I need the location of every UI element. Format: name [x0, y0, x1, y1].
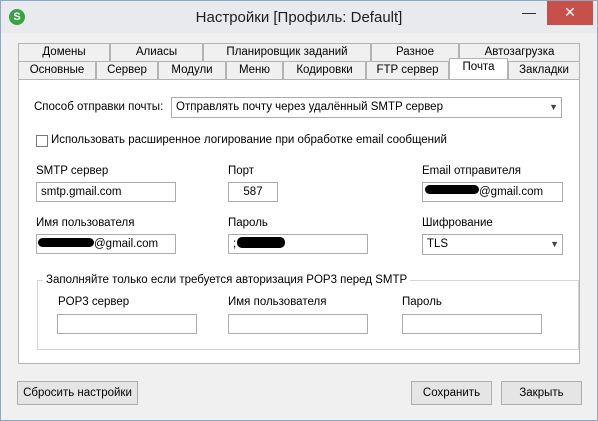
encryption-select[interactable]: TLS ▼: [422, 234, 563, 255]
pop3-username-label: Имя пользователя: [228, 296, 327, 308]
sender-email-label: Email отправителя: [422, 165, 522, 177]
title-bar: S Настройки [Профиль: Default] — ✕: [1, 1, 597, 33]
extended-logging-checkbox[interactable]: [36, 135, 48, 147]
tab-encodings[interactable]: Кодировки: [283, 61, 366, 79]
tab-menu[interactable]: Меню: [226, 61, 283, 79]
send-method-label: Способ отправки почты:: [34, 101, 164, 113]
tab-aliases[interactable]: Алиасы: [110, 43, 203, 61]
password-label: Пароль: [228, 217, 268, 229]
pop3-password-label: Пароль: [402, 296, 442, 308]
username-label: Имя пользователя: [36, 217, 135, 229]
tab-general[interactable]: Основные: [18, 61, 96, 79]
minimize-button[interactable]: —: [515, 1, 543, 25]
reset-settings-button[interactable]: Сбросить настройки: [17, 381, 138, 405]
port-input[interactable]: 587: [228, 182, 278, 202]
redaction-mark: [425, 185, 479, 194]
pop3-server-label: POP3 сервер: [58, 296, 130, 308]
window-title: Настройки [Профиль: Default]: [195, 9, 403, 26]
encryption-value: TLS: [427, 238, 449, 250]
chevron-down-icon: ▼: [550, 239, 559, 249]
tab-modules[interactable]: Модули: [158, 61, 226, 79]
save-button[interactable]: Сохранить: [411, 381, 492, 405]
tab-domains[interactable]: Домены: [18, 43, 110, 61]
extended-logging-label[interactable]: Использовать расширенное логирование при…: [51, 134, 447, 146]
redaction-mark: [237, 237, 285, 248]
pop3-group-legend: Заполняйте только если требуется авториз…: [43, 274, 411, 286]
send-method-value: Отправлять почту через удалённый SMTP се…: [176, 101, 443, 113]
pop3-username-input[interactable]: [228, 314, 368, 334]
redaction-mark: [38, 238, 94, 247]
chevron-down-icon: ▼: [549, 102, 558, 112]
tab-ftp-server[interactable]: FTP сервер: [366, 61, 449, 79]
tab-mail[interactable]: Почта: [449, 58, 508, 79]
smtp-server-label: SMTP сервер: [36, 165, 109, 177]
tab-server[interactable]: Сервер: [96, 61, 158, 79]
send-method-select[interactable]: Отправлять почту через удалённый SMTP се…: [171, 97, 562, 118]
pop3-server-input[interactable]: [57, 314, 197, 334]
smtp-server-input[interactable]: smtp.gmail.com: [36, 182, 176, 202]
pop3-password-input[interactable]: [402, 314, 542, 334]
encryption-label: Шифрование: [422, 217, 493, 229]
port-label: Порт: [228, 165, 255, 177]
tab-bookmarks[interactable]: Закладки: [508, 61, 580, 79]
settings-window: S Настройки [Профиль: Default] — ✕ Домен…: [0, 0, 598, 421]
close-window-button[interactable]: ✕: [547, 1, 593, 25]
tab-misc[interactable]: Разное: [371, 43, 459, 61]
close-button[interactable]: Закрыть: [501, 381, 582, 405]
tab-scheduler[interactable]: Планировщик заданий: [203, 43, 371, 61]
